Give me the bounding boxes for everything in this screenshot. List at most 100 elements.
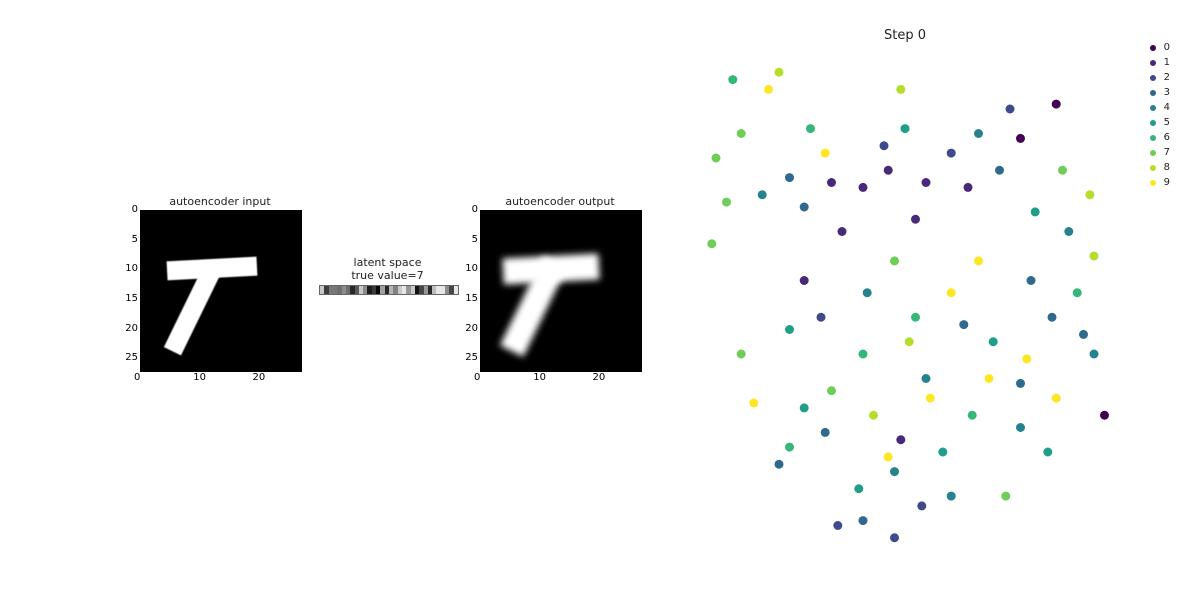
latent-cell bbox=[454, 286, 458, 294]
scatter-point bbox=[1085, 190, 1094, 199]
scatter-point bbox=[806, 124, 815, 133]
scatter-point bbox=[959, 320, 968, 329]
scatter-point bbox=[859, 516, 868, 525]
y-tick: 20 bbox=[122, 323, 138, 334]
scatter-point bbox=[764, 85, 773, 94]
scatter-point bbox=[722, 198, 731, 207]
scatter-point bbox=[901, 124, 910, 133]
scatter-point bbox=[817, 313, 826, 322]
legend-row: 1 bbox=[1150, 55, 1170, 70]
y-tick: 0 bbox=[462, 204, 478, 215]
legend-dot bbox=[1150, 75, 1156, 81]
figure-stage: autoencoder input latent space true valu… bbox=[0, 0, 1200, 600]
scatter-point bbox=[968, 411, 977, 420]
scatter-point bbox=[896, 435, 905, 444]
legend-dot bbox=[1150, 180, 1156, 186]
y-tick: 20 bbox=[462, 323, 478, 334]
legend-label: 8 bbox=[1164, 162, 1170, 173]
scatter-point bbox=[728, 75, 737, 84]
scatter-point bbox=[785, 325, 794, 334]
scatter-point bbox=[911, 313, 920, 322]
scatter-point bbox=[1100, 411, 1109, 420]
scatter-point bbox=[785, 443, 794, 452]
scatter-point bbox=[974, 256, 983, 265]
scatter-point bbox=[1022, 354, 1031, 363]
scatter-point bbox=[838, 227, 847, 236]
left-image bbox=[140, 210, 302, 372]
legend-label: 5 bbox=[1164, 117, 1170, 128]
scatter-point bbox=[905, 337, 914, 346]
scatter-point bbox=[938, 448, 947, 457]
left-image-title: autoencoder input bbox=[140, 195, 300, 208]
scatter-point bbox=[827, 386, 836, 395]
scatter-point bbox=[1006, 105, 1015, 114]
scatter-point bbox=[1090, 350, 1099, 359]
scatter-point bbox=[1016, 423, 1025, 432]
y-tick: 15 bbox=[122, 293, 138, 304]
scatter-plot bbox=[685, 50, 1125, 560]
scatter-point bbox=[1031, 207, 1040, 216]
scatter-point bbox=[947, 149, 956, 158]
scatter-point bbox=[974, 129, 983, 138]
legend-dot bbox=[1150, 135, 1156, 141]
legend-dot bbox=[1150, 150, 1156, 156]
latent-line1: latent space bbox=[354, 256, 422, 269]
scatter-point bbox=[758, 190, 767, 199]
legend-row: 3 bbox=[1150, 85, 1170, 100]
scatter-point bbox=[785, 173, 794, 182]
digit-seven-output bbox=[481, 211, 641, 371]
legend-row: 4 bbox=[1150, 100, 1170, 115]
scatter-point bbox=[1090, 252, 1099, 261]
legend-label: 0 bbox=[1164, 42, 1170, 53]
scatter-point bbox=[1048, 313, 1057, 322]
scatter-point bbox=[827, 178, 836, 187]
scatter-point bbox=[890, 533, 899, 542]
y-tick: 25 bbox=[122, 352, 138, 363]
legend-label: 9 bbox=[1164, 177, 1170, 188]
legend-dot bbox=[1150, 120, 1156, 126]
scatter-point bbox=[1001, 492, 1010, 501]
y-tick: 5 bbox=[462, 234, 478, 245]
scatter-legend: 0123456789 bbox=[1150, 40, 1170, 190]
legend-dot bbox=[1150, 105, 1156, 111]
scatter-point bbox=[712, 154, 721, 163]
legend-label: 7 bbox=[1164, 147, 1170, 158]
scatter-point bbox=[911, 215, 920, 224]
scatter-point bbox=[800, 403, 809, 412]
scatter-point bbox=[1043, 448, 1052, 457]
latent-vector-strip bbox=[319, 285, 459, 295]
x-tick: 10 bbox=[193, 372, 206, 383]
x-tick: 20 bbox=[593, 372, 606, 383]
scatter-point bbox=[1052, 100, 1061, 109]
scatter-point bbox=[880, 141, 889, 150]
legend-dot bbox=[1150, 165, 1156, 171]
scatter-point bbox=[821, 149, 830, 158]
scatter-point bbox=[884, 452, 893, 461]
x-tick: 0 bbox=[474, 372, 480, 383]
scatter-point bbox=[995, 166, 1004, 175]
y-tick: 10 bbox=[462, 263, 478, 274]
scatter-point bbox=[1052, 394, 1061, 403]
scatter-point bbox=[926, 394, 935, 403]
scatter-point bbox=[869, 411, 878, 420]
scatter-point bbox=[884, 166, 893, 175]
y-tick: 15 bbox=[462, 293, 478, 304]
scatter-point bbox=[863, 288, 872, 297]
scatter-point bbox=[1016, 134, 1025, 143]
scatter-point bbox=[1016, 379, 1025, 388]
scatter-point bbox=[833, 521, 842, 530]
legend-label: 3 bbox=[1164, 87, 1170, 98]
scatter-point bbox=[854, 484, 863, 493]
digit-seven-input bbox=[141, 211, 301, 371]
scatter-point bbox=[1079, 330, 1088, 339]
scatter-point bbox=[800, 203, 809, 212]
latent-true-value: 7 bbox=[417, 269, 424, 282]
legend-row: 9 bbox=[1150, 175, 1170, 190]
legend-row: 8 bbox=[1150, 160, 1170, 175]
legend-dot bbox=[1150, 45, 1156, 51]
scatter-point bbox=[985, 374, 994, 383]
right-image bbox=[480, 210, 642, 372]
x-tick: 20 bbox=[253, 372, 266, 383]
latent-title: latent space true value=7 bbox=[320, 256, 455, 282]
scatter-point bbox=[775, 68, 784, 77]
